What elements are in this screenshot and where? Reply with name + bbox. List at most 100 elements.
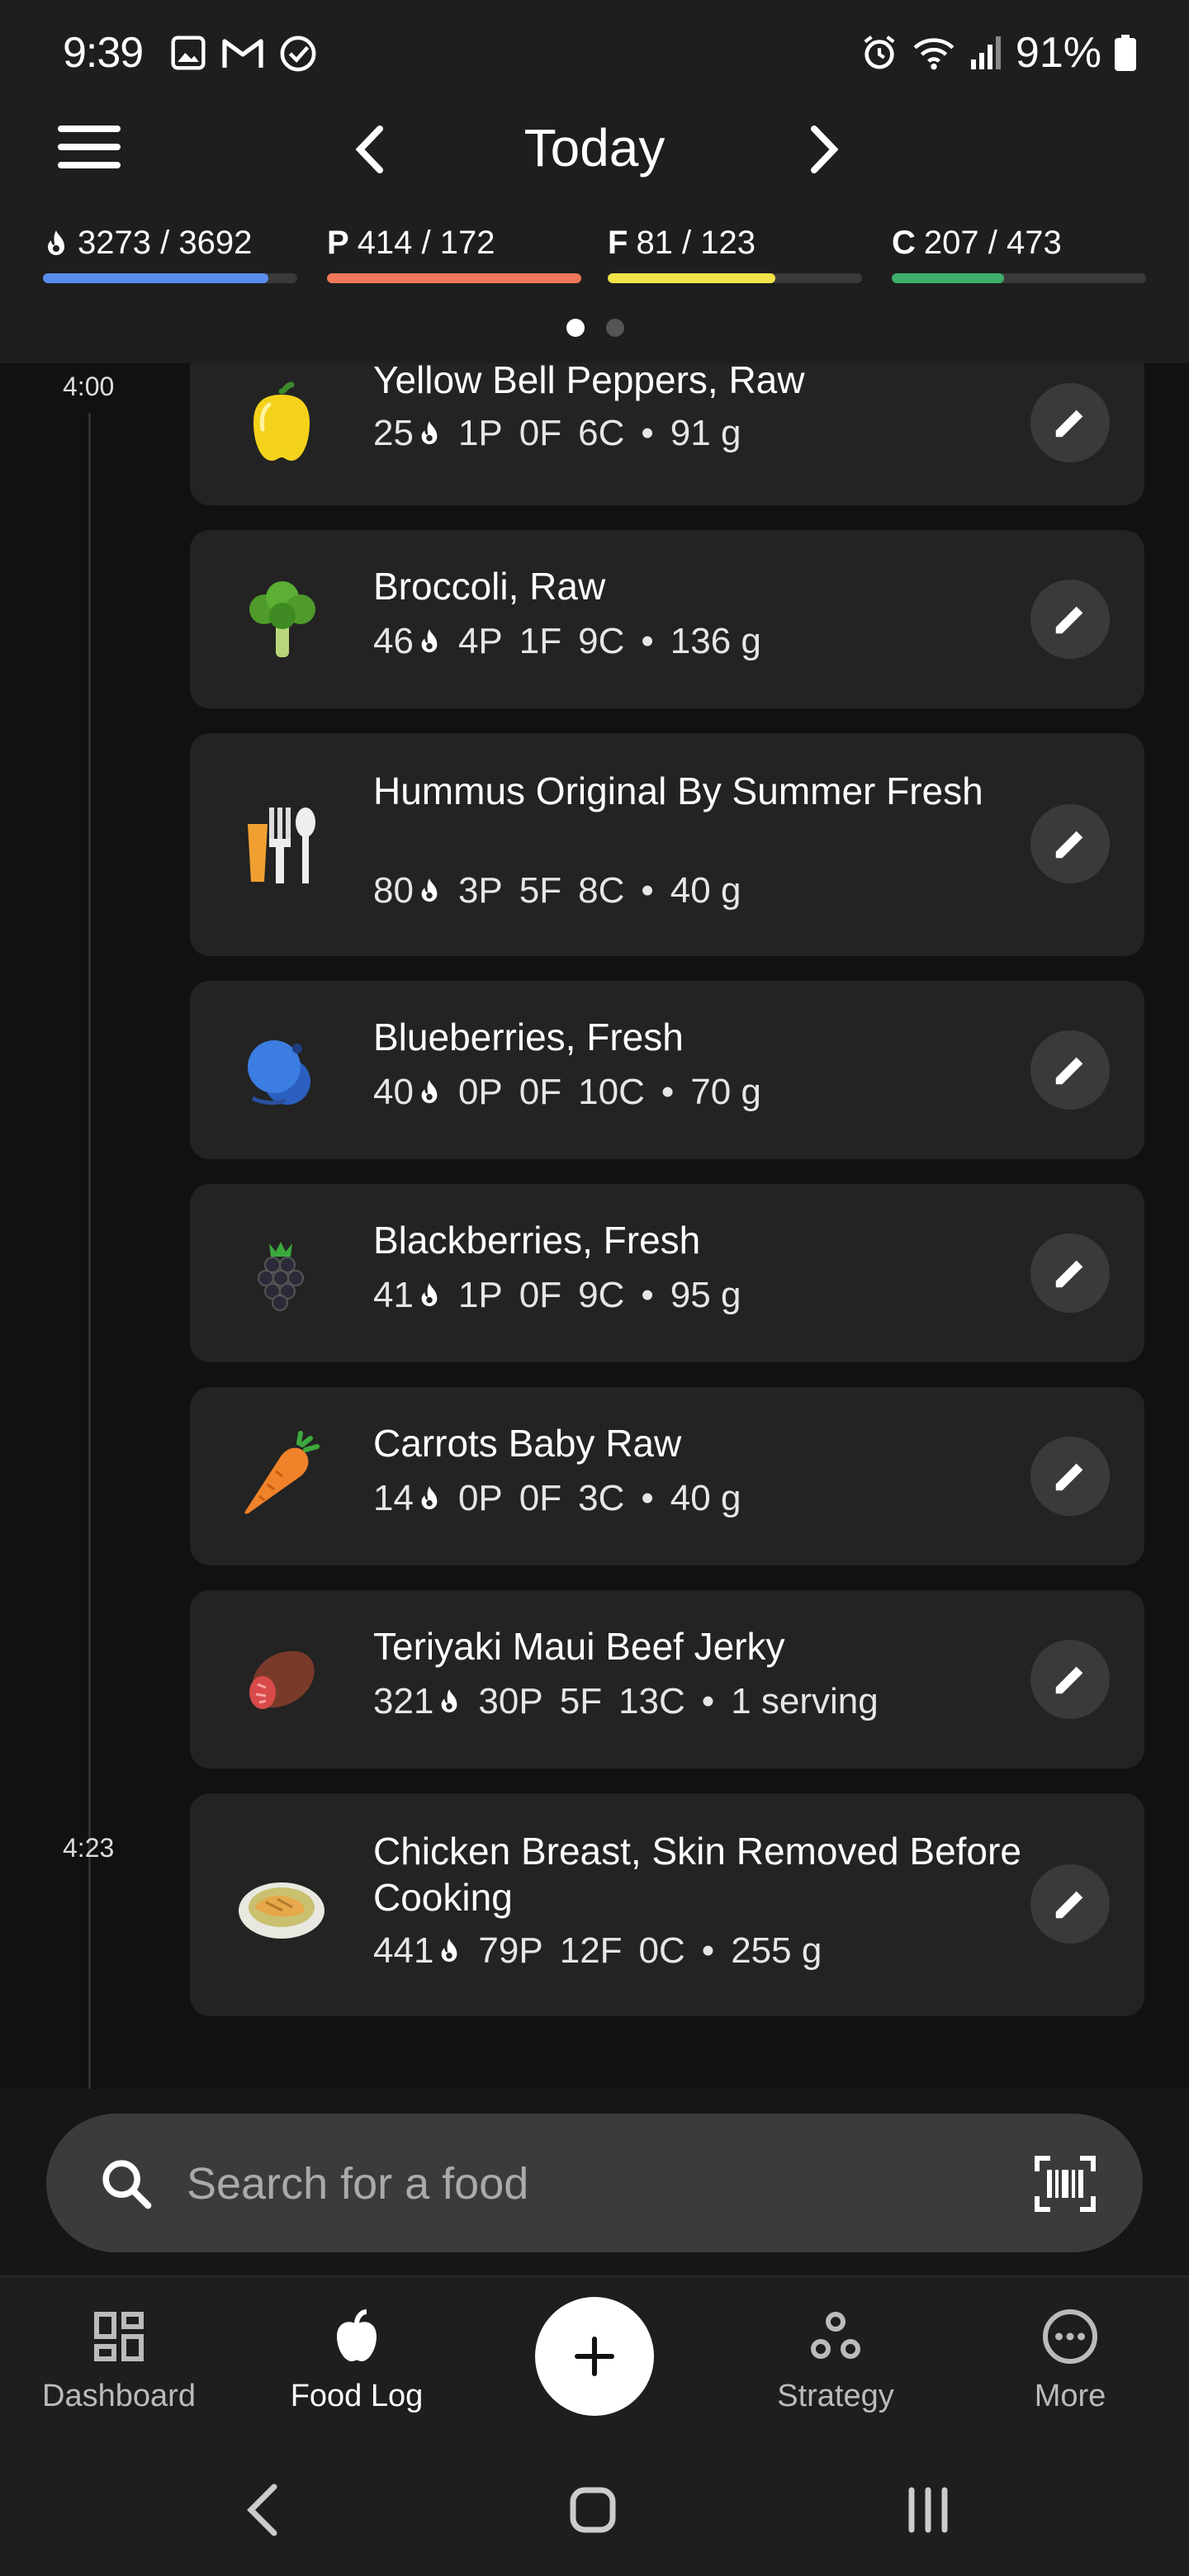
food-name: Broccoli, Raw: [373, 565, 606, 608]
food-name: Teriyaki Maui Beef Jerky: [373, 1625, 785, 1668]
edit-button[interactable]: [1030, 1864, 1110, 1944]
carbs-progress: [892, 273, 1004, 283]
food-entry[interactable]: Teriyaki Maui Beef Jerky 321 30P 5F 13C …: [190, 1590, 1144, 1769]
food-amount: 40 g: [670, 870, 741, 911]
food-name: Carrots Baby Raw: [373, 1422, 682, 1465]
food-protein: 3P: [457, 870, 503, 911]
food-amount: 91 g: [670, 413, 741, 453]
food-carbs: 10C: [578, 1072, 645, 1112]
add-food-button[interactable]: [535, 2297, 654, 2416]
food-entry[interactable]: Chicken Breast, Skin Removed Before Cook…: [190, 1793, 1144, 2016]
back-icon[interactable]: [244, 2482, 281, 2538]
protein-letter: P: [327, 225, 349, 261]
food-fat: 12F: [559, 1930, 623, 1971]
edit-button[interactable]: [1030, 1640, 1110, 1719]
food-protein: 0P: [457, 1072, 503, 1112]
pencil-icon: [1055, 1666, 1083, 1694]
date-title[interactable]: Today: [462, 117, 727, 178]
edit-button[interactable]: [1030, 1437, 1110, 1516]
food-calories: 80: [373, 870, 414, 911]
food-amount: 1 serving: [731, 1681, 879, 1721]
nav-dashboard[interactable]: Dashboard: [12, 2307, 226, 2414]
food-entry[interactable]: Blueberries, Fresh 40 0P 0F 10C • 70 g: [190, 981, 1144, 1159]
food-macros: 441 79P 12F 0C • 255 g: [373, 1930, 822, 1972]
edit-button[interactable]: [1030, 1234, 1110, 1313]
separator-dot: •: [701, 1681, 715, 1721]
food-macros: 321 30P 5F 13C • 1 serving: [373, 1681, 879, 1722]
nav-label: More: [1034, 2379, 1106, 2413]
edit-button[interactable]: [1030, 383, 1110, 462]
food-fat: 0F: [519, 413, 562, 453]
pencil-icon: [1055, 606, 1083, 634]
food-entry[interactable]: Hummus Original By Summer Fresh 80 3P 5F…: [190, 733, 1144, 956]
edit-button[interactable]: [1030, 580, 1110, 659]
food-protein: 0P: [457, 1478, 503, 1518]
fat-progress: [608, 273, 776, 283]
hamburger-icon: [58, 125, 121, 168]
search-input[interactable]: Search for a food: [46, 2114, 1143, 2252]
food-name: Chicken Breast, Skin Removed Before Cook…: [373, 1830, 1021, 1919]
blackberry-icon: [258, 1242, 304, 1311]
separator-dot: •: [641, 1275, 654, 1315]
macro-summary[interactable]: 3273 / 3692 P 414 / 172 F 81 / 123 C 207 / …: [0, 225, 1189, 291]
food-calories: 25: [373, 413, 414, 453]
food-entry[interactable]: Yellow Bell Peppers, Raw 25 1P 0F 6C • 9…: [190, 363, 1144, 505]
flame-icon: [421, 878, 438, 902]
energy-progress: [43, 273, 268, 283]
nav-food-log[interactable]: Food Log: [249, 2307, 464, 2414]
food-name: Hummus Original By Summer Fresh: [373, 769, 983, 812]
barcode-scan-icon[interactable]: [1034, 2155, 1097, 2213]
fat-summary: F 81 / 123: [608, 225, 862, 283]
carbs-value: 207 / 473: [923, 225, 1062, 261]
food-entry[interactable]: Broccoli, Raw 46 4P 1F 9C • 136 g: [190, 530, 1144, 708]
food-carbs: 13C: [618, 1681, 685, 1721]
battery-icon: [1115, 35, 1136, 71]
food-carbs: 8C: [578, 870, 625, 911]
page-dot-2[interactable]: [606, 319, 624, 337]
food-log-timeline[interactable]: 4:00 4:23 Yellow Bell Peppers, Raw 25 1P…: [0, 363, 1189, 2089]
food-carbs: 9C: [578, 621, 625, 661]
bell-pepper-icon: [253, 381, 310, 461]
page-indicator[interactable]: [566, 319, 624, 337]
separator-dot: •: [701, 1930, 715, 1971]
bottom-navigation: Dashboard Food Log Strategy More: [0, 2275, 1189, 2444]
food-entry[interactable]: Blackberries, Fresh 41 1P 0F 9C • 95 g: [190, 1184, 1144, 1362]
nav-strategy[interactable]: Strategy: [728, 2307, 943, 2414]
edit-button[interactable]: [1030, 804, 1110, 883]
food-macros: 41 1P 0F 9C • 95 g: [373, 1275, 741, 1316]
pencil-icon: [1055, 410, 1083, 438]
page-dot-1[interactable]: [566, 319, 585, 337]
search-icon: [102, 2160, 152, 2209]
separator-dot: •: [641, 413, 654, 453]
plus-icon: [574, 2336, 615, 2377]
menu-button[interactable]: [58, 124, 121, 170]
edit-button[interactable]: [1030, 1030, 1110, 1110]
dashboard-icon: [94, 2312, 144, 2361]
app-header: Today 3273 / 3692 P414 / 172 F81 / 123: [0, 107, 1189, 363]
flame-icon: [421, 421, 438, 445]
home-icon[interactable]: [568, 2485, 618, 2535]
separator-dot: •: [641, 621, 654, 661]
flame-icon: [421, 629, 438, 653]
previous-day-button[interactable]: [347, 124, 393, 175]
food-carbs: 9C: [578, 1275, 625, 1315]
fat-value: 81 / 123: [636, 225, 756, 261]
food-carbs: 3C: [578, 1478, 625, 1518]
protein-summary: P 414 / 172: [327, 225, 581, 283]
food-calories: 321: [373, 1681, 434, 1721]
food-calories: 441: [373, 1930, 434, 1971]
battery-percent: 91%: [1015, 29, 1101, 77]
nav-more[interactable]: More: [963, 2307, 1177, 2414]
recents-icon[interactable]: [905, 2485, 951, 2535]
separator-dot: •: [641, 1478, 654, 1518]
flame-icon: [421, 1080, 438, 1104]
pencil-icon: [1055, 1463, 1083, 1491]
food-protein: 1P: [457, 413, 503, 453]
food-calories: 14: [373, 1478, 414, 1518]
food-entry[interactable]: Carrots Baby Raw 14 0P 0F 3C • 40 g: [190, 1387, 1144, 1565]
beef-icon: [249, 1650, 315, 1709]
food-amount: 136 g: [670, 621, 761, 661]
next-day-button[interactable]: [801, 124, 847, 175]
strategy-icon: [811, 2312, 860, 2359]
separator-dot: •: [661, 1072, 675, 1112]
